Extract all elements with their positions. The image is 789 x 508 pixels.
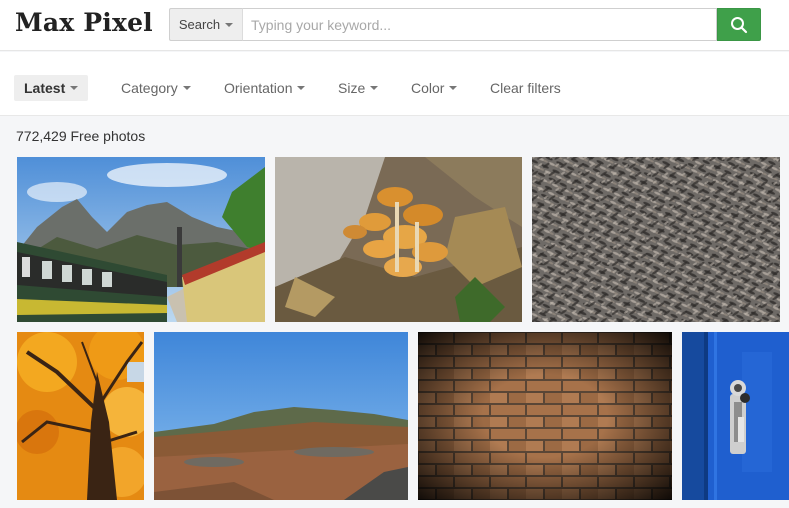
filter-latest-label: Latest	[24, 80, 66, 96]
chevron-down-icon	[225, 22, 234, 27]
chevron-down-icon	[70, 86, 79, 90]
filter-color[interactable]: Color	[411, 75, 458, 101]
filter-orientation-label: Orientation	[224, 80, 293, 96]
filter-size[interactable]: Size	[338, 75, 379, 101]
photo-thumbnail[interactable]	[17, 332, 144, 500]
site-logo[interactable]: Max Pixel	[15, 8, 153, 37]
search-type-label: Search	[178, 17, 221, 32]
clear-filters-link[interactable]: Clear filters	[490, 75, 561, 101]
filter-size-label: Size	[338, 80, 366, 96]
chevron-down-icon	[297, 86, 306, 90]
photo-thumbnail[interactable]	[154, 332, 408, 500]
photo-thumbnail[interactable]	[17, 157, 265, 322]
chevron-down-icon	[449, 86, 458, 90]
photo-thumbnail[interactable]	[418, 332, 672, 500]
filter-latest[interactable]: Latest	[14, 75, 89, 101]
filter-category[interactable]: Category	[121, 75, 191, 101]
filter-orientation[interactable]: Orientation	[224, 75, 306, 101]
search-input[interactable]	[242, 8, 717, 41]
site-header: Max Pixel Search	[0, 0, 789, 51]
search-button[interactable]	[717, 8, 761, 41]
filter-color-label: Color	[411, 80, 445, 96]
filter-category-label: Category	[121, 80, 178, 96]
photo-thumbnail[interactable]	[532, 157, 780, 322]
search-type-dropdown[interactable]: Search	[169, 8, 242, 41]
search-icon	[731, 16, 748, 33]
chevron-down-icon	[370, 86, 379, 90]
photo-thumbnail[interactable]	[275, 157, 522, 322]
results-count: 772,429 Free photos	[16, 128, 146, 144]
chevron-down-icon	[182, 86, 191, 90]
search-bar: Search	[169, 8, 761, 41]
photo-thumbnail[interactable]	[682, 332, 789, 500]
filter-bar: Latest Category Orientation Size Color C…	[0, 52, 789, 116]
